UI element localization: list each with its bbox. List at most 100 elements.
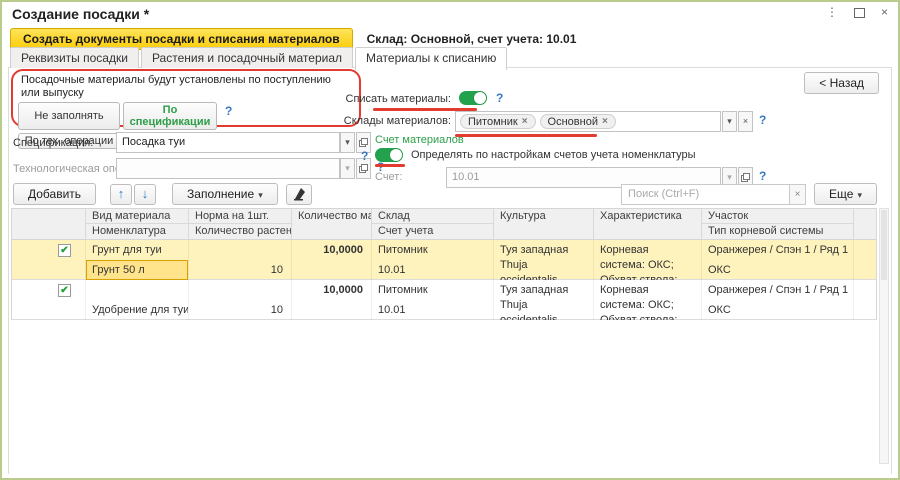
- specification-field[interactable]: Посадка туи: [116, 132, 340, 153]
- fill-menu-label: Заполнение: [187, 187, 254, 201]
- specification-dropdown-button[interactable]: ▾: [340, 132, 355, 153]
- search-clear-icon[interactable]: ×: [789, 184, 806, 205]
- arrow-down-icon: ↓: [142, 186, 149, 201]
- add-row-button[interactable]: Добавить: [13, 183, 96, 205]
- tech-operation-dropdown-button[interactable]: ▾: [340, 158, 355, 179]
- app-window: Создание посадки * ⋮ × Создать документы…: [0, 0, 900, 480]
- account-by-settings-label: Определять по настройкам счетов учета но…: [411, 149, 696, 161]
- warehouse-cell[interactable]: Питомник 10.01: [372, 280, 494, 320]
- header-culture: Культура: [494, 209, 594, 239]
- row-checkbox[interactable]: ✔: [58, 284, 71, 297]
- window-controls: ⋮ ×: [826, 5, 888, 19]
- header-plot: Участок Тип корневой системы: [702, 209, 854, 239]
- material-cell[interactable]: Удобрение для туи 10 кг: [86, 280, 189, 320]
- materials-table: Вид материала Номенклатура Норма на 1шт.…: [11, 208, 877, 320]
- check-icon: ✔: [60, 286, 68, 296]
- row-select-cell: ✔: [12, 280, 86, 320]
- chevron-down-icon: ▾: [345, 137, 350, 147]
- warehouses-label: Склады материалов:: [239, 115, 451, 127]
- tab-bar: Реквизиты посадки Растения и посадочный …: [10, 47, 507, 70]
- filler-cell: [854, 240, 876, 280]
- window-menu-icon[interactable]: ⋮: [826, 5, 838, 19]
- pipette-icon: [292, 187, 306, 201]
- warehouse-tag-label: Основной: [548, 115, 598, 129]
- table-row[interactable]: ✔ Грунт для туи Грунт 50 л 10 10,0000 Пи…: [11, 240, 877, 280]
- filler-cell: [854, 280, 876, 320]
- warehouses-dropdown-button[interactable]: ▾: [722, 111, 737, 132]
- quantity-cell[interactable]: 10,0000: [292, 240, 372, 280]
- chevron-down-icon: ▾: [345, 163, 350, 173]
- characteristic-cell[interactable]: Корневая система: ОКС; Обхват ствола: 10…: [594, 280, 702, 320]
- account-help-icon[interactable]: ?: [759, 169, 766, 183]
- tab-plants-material[interactable]: Растения и посадочный материал: [141, 47, 353, 68]
- context-info: Склад: Основной, счет учета: 10.01: [367, 32, 577, 46]
- characteristic-cell[interactable]: Корневая система: ОКС; Обхват ствола: 10…: [594, 240, 702, 280]
- header-quantity: Количество материала: [292, 209, 372, 239]
- culture-cell[interactable]: Туя западная Thuja occidentalis Golden .…: [494, 240, 594, 280]
- check-icon: ✔: [60, 246, 68, 256]
- move-up-button[interactable]: ↑: [110, 184, 132, 205]
- back-button[interactable]: < Назад: [804, 72, 879, 94]
- scrollbar-thumb[interactable]: [881, 210, 887, 280]
- tag-remove-icon[interactable]: ×: [602, 115, 608, 129]
- search-input[interactable]: [621, 184, 789, 205]
- account-by-settings-toggle[interactable]: [375, 148, 403, 162]
- header-norm: Норма на 1шт. Количество растений: [189, 209, 292, 239]
- warehouses-help-icon[interactable]: ?: [759, 113, 766, 127]
- writeoff-label: Списать материалы:: [239, 93, 451, 105]
- chevron-down-icon: ▾: [857, 190, 862, 200]
- active-edit-cell[interactable]: Грунт 50 л: [86, 260, 188, 280]
- move-down-button[interactable]: ↓: [134, 184, 156, 205]
- vertical-scrollbar[interactable]: [879, 208, 889, 464]
- open-icon: [359, 164, 368, 173]
- plot-cell[interactable]: Оранжерея / Спэн 1 / Ряд 1 ОКС: [702, 240, 854, 280]
- fill-mode-none-button[interactable]: Не заполнять: [18, 102, 120, 130]
- tab-planting-details[interactable]: Реквизиты посадки: [10, 47, 139, 68]
- material-account-help-icon[interactable]: ?: [361, 149, 368, 163]
- annotation-underline-warehouses: [455, 134, 597, 137]
- table-row[interactable]: ✔ Удобрение для туи 10 кг 10 10,0000 Пит…: [11, 280, 877, 320]
- chevron-down-icon: ▾: [258, 190, 263, 200]
- warehouse-tag[interactable]: Питомник ×: [460, 114, 536, 129]
- fill-menu-button[interactable]: Заполнение ▾: [172, 183, 278, 205]
- row-checkbox[interactable]: ✔: [58, 244, 71, 257]
- annotation-underline-account-toggle: [375, 164, 405, 167]
- open-icon: [359, 138, 368, 147]
- close-icon[interactable]: ×: [881, 5, 888, 19]
- culture-cell[interactable]: Туя западная Thuja occidentalis Golden .…: [494, 280, 594, 320]
- tech-operation-field[interactable]: [116, 158, 340, 179]
- material-cell[interactable]: Грунт для туи Грунт 50 л: [86, 240, 189, 280]
- chevron-down-icon: ▾: [727, 116, 732, 126]
- table-toolbar: Добавить ↑ ↓ Заполнение ▾ × Еще ▾: [13, 182, 877, 206]
- more-menu-button[interactable]: Еще ▾: [814, 183, 877, 205]
- specification-label: Спецификация:: [13, 137, 93, 149]
- search-box: ×: [621, 184, 806, 205]
- warehouse-tag-label: Питомник: [468, 115, 518, 129]
- more-menu-label: Еще: [829, 187, 853, 201]
- quantity-cell[interactable]: 10,0000: [292, 280, 372, 320]
- tab-content-panel: < Назад Посадочные материалы будут устан…: [8, 67, 892, 474]
- selection-tool-button[interactable]: [286, 184, 312, 205]
- title-bar: Создание посадки * ⋮ ×: [2, 2, 898, 26]
- header-checkbox-column: [12, 209, 86, 239]
- material-account-section-label: Счет материалов: [375, 134, 464, 146]
- warehouse-cell[interactable]: Питомник 10.01: [372, 240, 494, 280]
- writeoff-toggle[interactable]: [459, 91, 487, 105]
- fill-mode-help-icon[interactable]: ?: [225, 104, 232, 118]
- warehouses-clear-button[interactable]: ×: [738, 111, 753, 132]
- toggle-knob: [390, 149, 402, 161]
- norm-cell[interactable]: 10: [189, 240, 292, 280]
- clear-icon: ×: [743, 116, 748, 126]
- tag-remove-icon[interactable]: ×: [522, 115, 528, 129]
- tab-materials-writeoff[interactable]: Материалы к списанию: [355, 47, 507, 70]
- norm-cell[interactable]: 10: [189, 280, 292, 320]
- maximize-icon[interactable]: [854, 8, 865, 18]
- writeoff-help-icon[interactable]: ?: [496, 91, 503, 105]
- header-warehouse: Склад Счет учета: [372, 209, 494, 239]
- plot-cell[interactable]: Оранжерея / Спэн 1 / Ряд 1 ОКС: [702, 280, 854, 320]
- warehouse-tag[interactable]: Основной ×: [540, 114, 616, 129]
- fill-mode-spec-button[interactable]: По спецификации: [123, 102, 217, 130]
- header-filler: [854, 209, 876, 239]
- open-icon: [741, 173, 750, 182]
- warehouses-field[interactable]: Питомник × Основной ×: [455, 111, 721, 132]
